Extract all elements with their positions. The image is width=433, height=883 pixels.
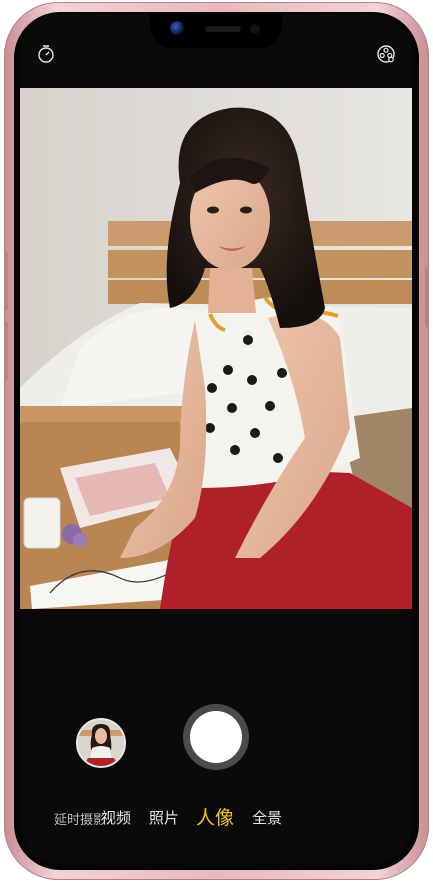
mode-photo[interactable]: 照片 bbox=[149, 807, 179, 828]
display-notch bbox=[150, 14, 282, 48]
mode-panorama[interactable]: 全景 bbox=[252, 807, 282, 828]
mode-timelapse[interactable]: 延时摄影 bbox=[54, 809, 106, 828]
front-camera-icon bbox=[170, 21, 184, 35]
thumbnail-photo-icon bbox=[78, 720, 124, 766]
proximity-sensor bbox=[250, 24, 260, 34]
volume-up-button bbox=[4, 252, 8, 310]
viewfinder-scene bbox=[20, 88, 412, 609]
timer-icon[interactable] bbox=[36, 44, 56, 64]
gallery-thumbnail[interactable] bbox=[76, 718, 126, 768]
volume-down-button bbox=[4, 322, 8, 380]
shutter-button[interactable] bbox=[190, 711, 242, 763]
filter-icon[interactable] bbox=[376, 44, 396, 64]
earpiece-speaker bbox=[205, 26, 241, 32]
camera-control-panel: 延时摄影 视频 照片 人像 全景 bbox=[20, 609, 412, 864]
mode-portrait-active[interactable]: 人像 bbox=[196, 803, 234, 830]
camera-mode-selector: 延时摄影 视频 照片 人像 全景 bbox=[20, 807, 412, 837]
camera-viewfinder[interactable] bbox=[20, 88, 412, 609]
camera-screen: 延时摄影 视频 照片 人像 全景 bbox=[20, 14, 412, 864]
mode-video[interactable]: 视频 bbox=[101, 807, 131, 828]
shutter-ring[interactable] bbox=[183, 704, 249, 770]
power-button bbox=[425, 267, 429, 327]
